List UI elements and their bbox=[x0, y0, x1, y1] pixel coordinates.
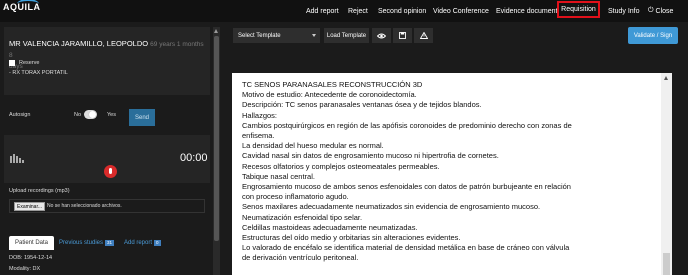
power-icon[interactable]: ⏻ bbox=[648, 7, 654, 15]
report-line[interactable]: Neumatización esfenoidal tipo selar. bbox=[242, 213, 654, 223]
nav-add-report[interactable]: Add report bbox=[306, 0, 339, 22]
report-line[interactable]: Cambios postquirúrgicos en región de las… bbox=[242, 121, 654, 131]
file-status: No se han seleccionado archivos. bbox=[47, 203, 122, 209]
report-line[interactable]: Estructuras del oído medio y orbitarias … bbox=[242, 233, 654, 243]
autosign-label: Autosign bbox=[9, 112, 31, 118]
patient-dob: DOB: 1954-12-14 bbox=[9, 255, 53, 261]
report-line[interactable]: Senos maxilares adecuadamente neumatizad… bbox=[242, 202, 654, 212]
report-line[interactable]: de derivación ventrículo peritoneal. bbox=[242, 253, 654, 263]
nav-reject-label[interactable]: Reject bbox=[348, 8, 368, 15]
nav-close[interactable]: ⏻ Close bbox=[648, 0, 673, 22]
upload-label: Upload recordings (mp3) bbox=[9, 188, 70, 194]
patient-name-text: MR VALENCIA JARAMILLO, LEOPOLDO bbox=[9, 39, 149, 48]
tab-previous-studies-label[interactable]: Previous studies bbox=[59, 240, 103, 246]
report-text[interactable]: TC SENOS PARANASALES RECONSTRUCCIÓN 3D Mo… bbox=[242, 80, 654, 264]
preview-button[interactable] bbox=[372, 28, 391, 43]
nav-video-conference[interactable]: Video Conference bbox=[433, 0, 489, 22]
left-scrollbar[interactable] bbox=[213, 27, 220, 275]
validate-sign-button[interactable]: Validate / Sign bbox=[628, 27, 678, 44]
nav-evidence-document[interactable]: Evidence document bbox=[496, 0, 557, 22]
autosign-toggle[interactable] bbox=[84, 110, 97, 119]
save-button[interactable] bbox=[393, 28, 412, 43]
report-line[interactable]: Recesos olfatorios y complejos osteomeat… bbox=[242, 162, 654, 172]
microphone-icon[interactable] bbox=[104, 165, 117, 178]
logo-arc bbox=[17, 0, 39, 9]
send-button[interactable]: Send bbox=[129, 109, 155, 126]
recording-timer: 00:00 bbox=[180, 152, 208, 164]
tab-add-report[interactable]: Add report 0 bbox=[124, 236, 161, 250]
tab-patient-data[interactable]: Patient Data bbox=[9, 236, 54, 250]
report-line[interactable]: La densidad del hueso medular es normal. bbox=[242, 141, 654, 151]
scroll-up-icon[interactable] bbox=[214, 29, 218, 33]
nav-second-opinion-label[interactable]: Second opinion bbox=[378, 8, 426, 15]
nav-evidence-document-label[interactable]: Evidence document bbox=[496, 8, 557, 15]
scroll-up-icon[interactable] bbox=[664, 76, 668, 80]
nav-add-report-label[interactable]: Add report bbox=[306, 8, 339, 15]
audio-level-icon bbox=[10, 154, 24, 163]
nav-close-label[interactable]: Close bbox=[656, 8, 674, 15]
nav-requisition[interactable]: Requisition bbox=[557, 1, 600, 18]
nav-study-info-label[interactable]: Study Info bbox=[608, 8, 640, 15]
nav-study-info[interactable]: Study Info bbox=[608, 0, 640, 22]
nav-video-conference-label[interactable]: Video Conference bbox=[433, 8, 489, 15]
nav-reject[interactable]: Reject bbox=[348, 0, 368, 22]
save-icon[interactable] bbox=[399, 32, 406, 39]
study-item: - RX TORAX PORTATIL bbox=[9, 70, 68, 76]
report-line[interactable]: enfisema. bbox=[242, 131, 654, 141]
report-line[interactable]: Cavidad nasal sin datos de engrosamiento… bbox=[242, 151, 654, 161]
report-line[interactable]: Descripción: TC senos paranasales ventan… bbox=[242, 100, 654, 110]
patient-name: MR VALENCIA JARAMILLO, LEOPOLDO 69 years… bbox=[9, 39, 209, 72]
scroll-thumb[interactable] bbox=[214, 36, 219, 241]
report-line[interactable]: Celdillas mastoideas adecuadamente neuma… bbox=[242, 223, 654, 233]
toggle-knob bbox=[89, 111, 96, 118]
file-input[interactable]: Examinar... No se han seleccionado archi… bbox=[9, 199, 205, 213]
warning-button[interactable] bbox=[414, 28, 433, 43]
add-report-badge: 0 bbox=[154, 240, 161, 246]
recorder-panel: 00:00 bbox=[4, 135, 210, 183]
editor-scrollbar[interactable] bbox=[661, 73, 672, 275]
report-line[interactable]: Tabique nasal central. bbox=[242, 172, 654, 182]
top-nav: AQUILA Add report Reject Second opinion … bbox=[0, 0, 688, 22]
scroll-thumb[interactable] bbox=[663, 253, 670, 275]
nav-requisition-label[interactable]: Requisition bbox=[561, 6, 596, 13]
nav-second-opinion[interactable]: Second opinion bbox=[378, 0, 426, 22]
patient-modality: Modality: DX bbox=[9, 266, 41, 272]
tab-previous-studies[interactable]: Previous studies 31 bbox=[59, 236, 115, 250]
report-line[interactable]: Hallazgos: bbox=[242, 111, 654, 121]
template-select-value[interactable]: Select Template bbox=[238, 33, 281, 39]
logo: AQUILA bbox=[3, 0, 41, 12]
report-line[interactable]: Lo valorado de encéfalo se identifica ma… bbox=[242, 243, 654, 253]
report-line[interactable]: Engrosamiento mucoso de ambos senos esfe… bbox=[242, 182, 654, 192]
browse-button[interactable]: Examinar... bbox=[14, 202, 46, 211]
chevron-down-icon[interactable] bbox=[312, 34, 316, 37]
report-editor[interactable]: TC SENOS PARANASALES RECONSTRUCCIÓN 3D Mo… bbox=[232, 73, 672, 275]
tab-add-report-label[interactable]: Add report bbox=[124, 240, 152, 246]
previous-studies-badge: 31 bbox=[105, 240, 115, 246]
eye-icon[interactable] bbox=[377, 33, 386, 39]
report-line[interactable]: TC SENOS PARANASALES RECONSTRUCCIÓN 3D bbox=[242, 80, 654, 90]
template-select[interactable]: Select Template bbox=[233, 28, 320, 43]
autosign-yes-label: Yes bbox=[107, 112, 116, 118]
report-line[interactable]: Motivo de estudio: Antecedente de corono… bbox=[242, 90, 654, 100]
warning-icon[interactable] bbox=[419, 32, 428, 39]
reserve-checkbox[interactable] bbox=[9, 60, 15, 66]
reserve-label: Reserve bbox=[19, 60, 40, 66]
report-line[interactable]: con proceso inflamatorio agudo. bbox=[242, 192, 654, 202]
load-template-button[interactable]: Load Template bbox=[324, 28, 369, 43]
autosign-no-label: No bbox=[74, 112, 82, 118]
